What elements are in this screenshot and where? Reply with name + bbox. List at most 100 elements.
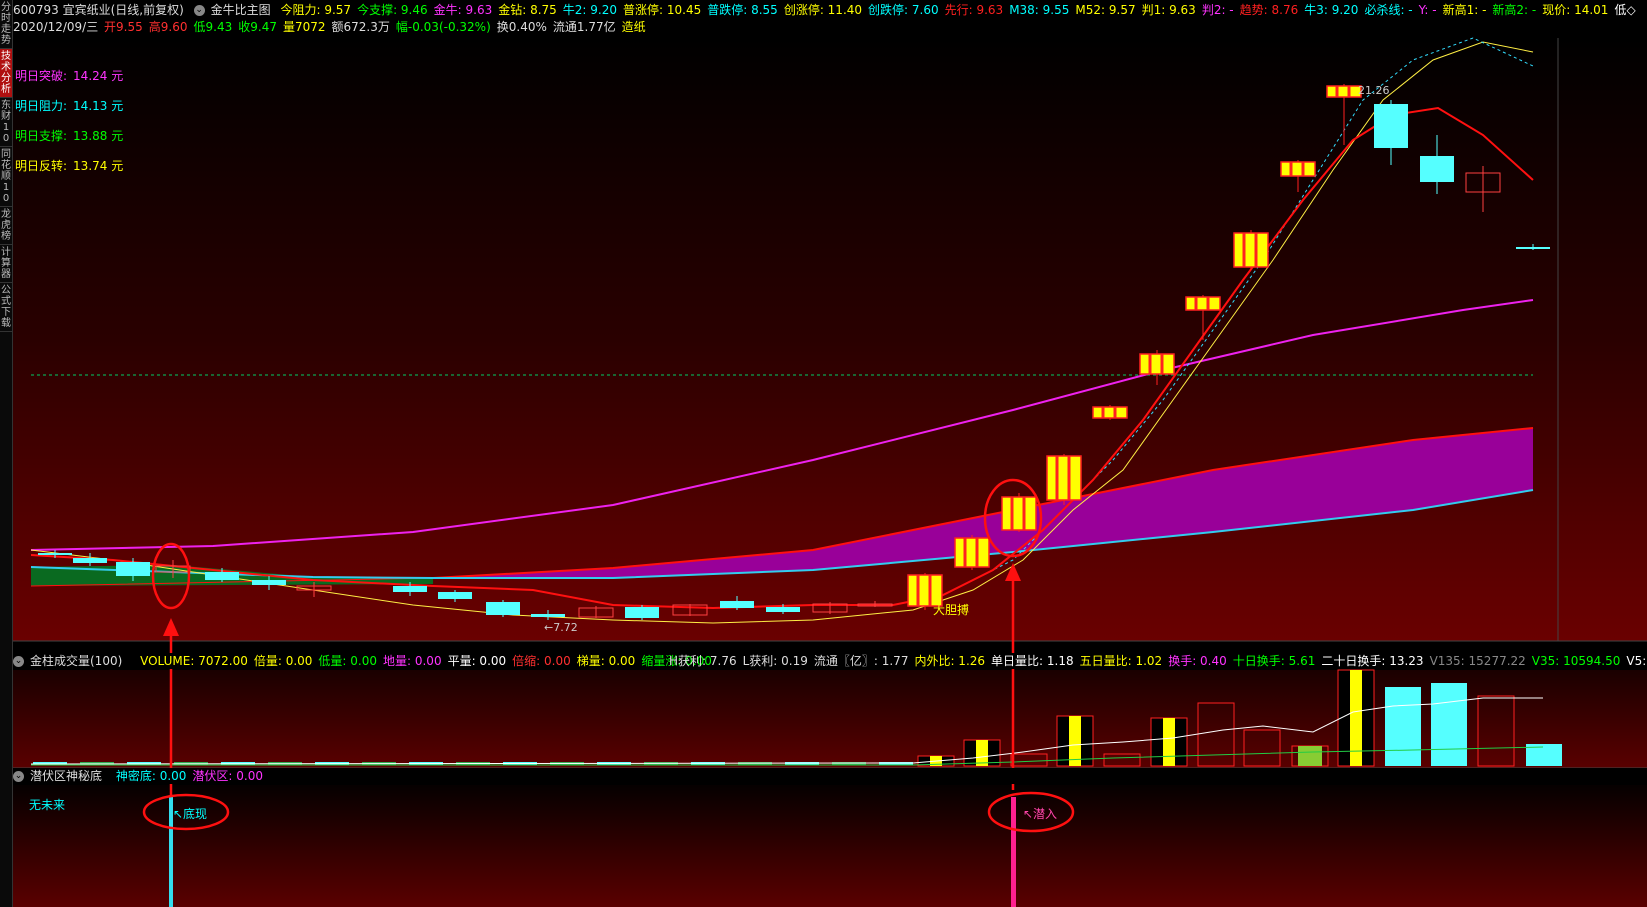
candle-body-down: [38, 553, 72, 555]
indicator-value: 低量: 0.00: [318, 654, 377, 668]
indicator-value: 造纸: [621, 20, 646, 34]
candle-body-down: [1374, 104, 1408, 148]
candle-body-down: [1516, 247, 1550, 249]
indicator-value: 神密底: 0.00: [115, 769, 187, 783]
level-label: 明日阻力:: [15, 99, 68, 113]
indicator-value: 趋势: 8.76: [1239, 3, 1299, 17]
level-value: 13.88 元: [73, 129, 124, 143]
volume-bar-up: [1069, 716, 1081, 766]
indicator-value: 流通1.77亿: [552, 20, 616, 34]
indicator-value: H获利: 7.76: [669, 654, 737, 668]
left-tab-sidebar: 分时走势 技术分析 东财10 同花顺10 龙虎榜 计算器 公式下载: [0, 0, 13, 907]
level-value: 14.13 元: [73, 99, 124, 113]
volume-bar-down: [1431, 683, 1467, 766]
indicator-value: 牛2: 9.20: [562, 3, 618, 17]
sidebar-tab[interactable]: 分时走势: [0, 0, 12, 49]
candle-body-down: [766, 607, 800, 612]
lurk-switch-icon[interactable]: ⌄: [13, 771, 24, 782]
indicator-value: 二十日换手: 13.23: [1321, 654, 1424, 668]
indicator-value: Y: -: [1418, 3, 1437, 17]
header-indicator-row: 600793 宜宾纸业(日线,前复权) ⌄ 金牛比主图 今阻力: 9.57 今支撑:…: [13, 2, 1647, 19]
candle-body-up: [1280, 161, 1316, 177]
lurk-panel-bg: [13, 785, 1647, 907]
indicator-switch-icon[interactable]: ⌄: [193, 5, 205, 16]
indicator-value: 内外比: 1.26: [914, 654, 986, 668]
sidebar-tab[interactable]: 技术分析: [0, 49, 12, 98]
level-value: 13.74 元: [73, 159, 124, 173]
volume-bar-mid: [1298, 746, 1322, 766]
volume-bar-up: [976, 740, 988, 766]
indicator-value: 幅-0.03(-0.32%): [395, 20, 491, 34]
level-value: 14.24 元: [73, 69, 124, 83]
indicator-value: V35: 10594.50: [1531, 654, 1621, 668]
bottom-signal-label: ↖底现: [173, 807, 208, 821]
indicator-value: 地量: 0.00: [383, 654, 442, 668]
indicator-value: 高9.60: [148, 20, 188, 34]
indicator-value: 换手: 0.40: [1168, 654, 1227, 668]
indicator-value: 新高2: -: [1492, 3, 1537, 17]
indicator-value: V5: 6676: [1626, 654, 1647, 668]
indicator-value: 潜伏区: 0.00: [192, 769, 263, 783]
indicator-value: 低◇: [1614, 3, 1636, 17]
sidebar-tab[interactable]: 东财10: [0, 98, 12, 147]
bold-buy-annotation: 大胆搏: [933, 603, 970, 617]
candle-body-down: [116, 562, 150, 576]
volume-switch-icon[interactable]: ⌄: [13, 656, 24, 667]
tomorrow-level: 明日反转: 13.74 元: [15, 157, 123, 174]
stock-code-name[interactable]: 600793 宜宾纸业(日线,前复权): [13, 3, 184, 17]
volume-bar-up: [1163, 718, 1175, 766]
indicator-value: 普跌停: 8.55: [707, 3, 778, 17]
sidebar-tab[interactable]: 计算器: [0, 245, 12, 283]
indicator-value: 新高1: -: [1442, 3, 1487, 17]
candle-body-down: [73, 558, 107, 563]
indicator-value: 牛3: 9.20: [1304, 3, 1359, 17]
quote-row: 2020/12/09/三 开9.55 高9.60 低9.43 收9.47 量7072 额6…: [13, 19, 1647, 36]
level-label: 明日支撑:: [15, 129, 68, 143]
candle-body-down: [205, 572, 239, 580]
indicator-value: 额672.3万: [331, 20, 390, 34]
sidebar-tab[interactable]: 同花顺10: [0, 147, 12, 207]
indicator-value: 今阻力: 9.57: [280, 3, 352, 17]
candle-body-up: [1326, 85, 1362, 98]
indicator-value: 平量: 0.00: [447, 654, 507, 668]
indicator-value: 今支撑: 9.46: [357, 3, 428, 17]
indicator-value: 判1: 9.63: [1141, 3, 1196, 17]
indicator-value: 倍量: 0.00: [253, 654, 313, 668]
candle-body-up: [954, 537, 990, 568]
indicator-value: 梯量: 0.00: [576, 654, 636, 668]
level-label: 明日反转:: [15, 159, 68, 173]
sidebar-tab[interactable]: 龙虎榜: [0, 207, 12, 245]
indicator-value: 创跌停: 7.60: [868, 3, 939, 17]
indicator-value: 五日量比: 1.02: [1079, 654, 1163, 668]
lurk-panel-header: ⌄ 潜伏区神秘底 神密底: 0.00 潜伏区: 0.00: [13, 768, 1647, 784]
indicator-value: 现价: 14.01: [1542, 3, 1609, 17]
sidebar-tab[interactable]: 公式下载: [0, 283, 12, 332]
indicator-value: 单日量比: 1.18: [991, 654, 1074, 668]
volume-panel-title[interactable]: 金柱成交量(100): [30, 654, 122, 668]
indicator-value: 金牛: 9.63: [433, 3, 493, 17]
tomorrow-level: 明日支撑: 13.88 元: [15, 127, 123, 144]
high-price-annotation: 21.26: [1358, 84, 1390, 97]
indicator-value: 判2: -: [1201, 3, 1234, 17]
candle-body-up: [1233, 232, 1269, 268]
indicator-value: 十日换手: 5.61: [1232, 654, 1316, 668]
lurk-in-signal-label: ↖潜入: [1023, 807, 1058, 821]
candle-body-up: [1092, 406, 1128, 419]
candle-body-up: [1139, 353, 1175, 375]
candle-body-down: [486, 602, 520, 615]
candle-body-up: [1185, 296, 1221, 311]
lurk-panel-title[interactable]: 潜伏区神秘底: [30, 769, 102, 783]
quote-date: 2020/12/09/三: [13, 20, 99, 34]
volume-panel-right-stats: H获利: 7.76 L获利: 0.19 流通〖亿〗: 1.77 内外比: 1.26 单日…: [669, 653, 1647, 669]
indicator-value: 低9.43: [193, 20, 233, 34]
no-future-label: 无未来: [29, 798, 66, 812]
indicator-value: 量7072: [282, 20, 326, 34]
tomorrow-level: 明日阻力: 14.13 元: [15, 97, 123, 114]
level-label: 明日突破:: [15, 69, 68, 83]
indicator-name[interactable]: 金牛比主图: [211, 3, 271, 17]
lurk-signal-bar: [1011, 797, 1016, 907]
indicator-value: M52: 9.57: [1075, 3, 1136, 17]
candle-body-down: [252, 580, 286, 585]
indicator-value: 普涨停: 10.45: [623, 3, 702, 17]
low-price-annotation: ←7.72: [544, 621, 578, 634]
